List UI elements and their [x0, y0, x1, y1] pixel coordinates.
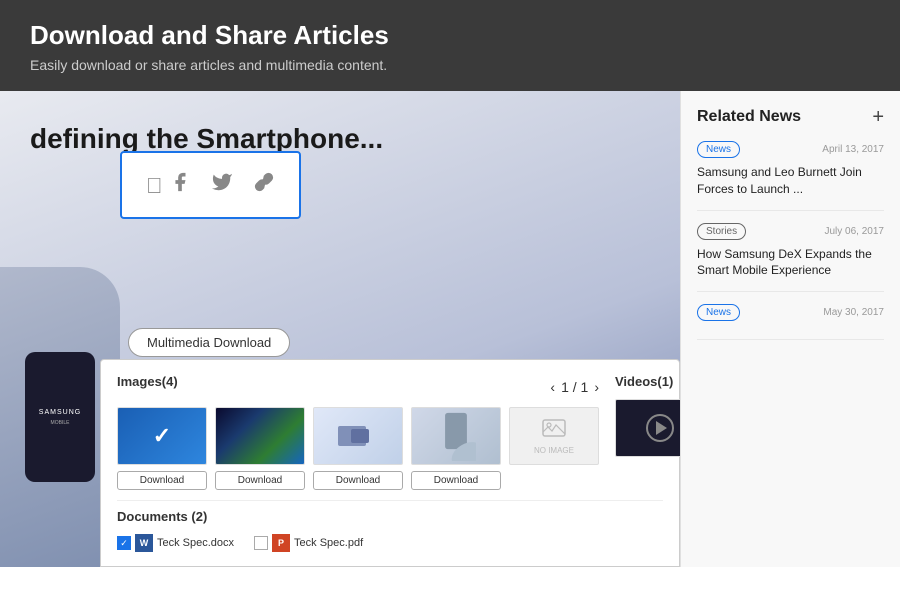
- news-badge-3: News: [697, 304, 740, 321]
- documents-title: Documents (2): [117, 509, 663, 524]
- stories-badge-2: Stories: [697, 223, 746, 240]
- image-thumb-3: [313, 407, 403, 465]
- download-image-1-button[interactable]: Download: [117, 471, 207, 490]
- download-image-3-button[interactable]: Download: [313, 471, 403, 490]
- sidebar: Related News + News April 13, 2017 Samsu…: [680, 91, 900, 567]
- no-image-label: NO IMAGE: [534, 446, 574, 455]
- main-content: defining the Smartphone...  M: [0, 91, 900, 567]
- news-item-1-header: News April 13, 2017: [697, 141, 884, 158]
- page-title: Download and Share Articles: [30, 20, 870, 51]
- header-bar: Download and Share Articles Easily downl…: [0, 0, 900, 91]
- news-date-1: April 13, 2017: [822, 144, 884, 155]
- share-tooltip: : [120, 151, 301, 219]
- news-date-2: July 06, 2017: [825, 226, 885, 237]
- doc-items: ✓ W Teck Spec.docx P Teck Spec.pdf: [117, 534, 663, 552]
- news-item-3-header: News May 30, 2017: [697, 304, 884, 321]
- news-badge-1: News: [697, 141, 740, 158]
- twitter-icon[interactable]: [211, 171, 233, 199]
- link-icon[interactable]: [253, 171, 275, 199]
- samsung-model: MOBILE: [51, 420, 70, 426]
- download-image-2-button[interactable]: Download: [215, 471, 305, 490]
- videos-row: NO VIDEO: [615, 399, 680, 457]
- pagination-text: 1 / 1: [561, 379, 588, 395]
- doc-item-2: P Teck Spec.pdf: [254, 534, 363, 552]
- ppt-icon: P: [272, 534, 290, 552]
- samsung-brand: SAMSUNG: [39, 409, 81, 416]
- doc-name-1: Teck Spec.docx: [157, 537, 234, 549]
- image-thumb-4: [411, 407, 501, 465]
- play-triangle-icon: [656, 421, 667, 435]
- documents-section: Documents (2) ✓ W Teck Spec.docx P Teck …: [117, 500, 663, 552]
- play-button[interactable]: [646, 414, 674, 442]
- news-item-1[interactable]: News April 13, 2017 Samsung and Leo Burn…: [697, 141, 884, 211]
- news-item-2[interactable]: Stories July 06, 2017 How Samsung DeX Ex…: [697, 223, 884, 293]
- download-image-4-button[interactable]: Download: [411, 471, 501, 490]
- news-date-3: May 30, 2017: [823, 307, 884, 318]
- prev-arrow[interactable]: ‹: [550, 379, 555, 395]
- next-arrow[interactable]: ›: [594, 379, 599, 395]
- doc-checkbox-1[interactable]: ✓: [117, 536, 131, 550]
- doc-item-1: ✓ W Teck Spec.docx: [117, 534, 234, 552]
- image-thumb-1: ✓: [117, 407, 207, 465]
- images-header: Images(4) ‹ 1 / 1 ›: [117, 374, 599, 399]
- news-item-3[interactable]: News May 30, 2017: [697, 304, 884, 340]
- images-row: ✓: [117, 407, 599, 465]
- sidebar-title: Related News: [697, 108, 801, 126]
- images-btn-row: Download Download Download Download: [117, 471, 599, 490]
- video-thumb-1[interactable]: [615, 399, 680, 457]
- download-panel: Images(4) ‹ 1 / 1 › ✓: [100, 359, 680, 567]
- facebook-icon[interactable]: : [146, 171, 191, 199]
- phone-silhouette: SAMSUNG MOBILE: [25, 352, 95, 482]
- page-subtitle: Easily download or share articles and mu…: [30, 57, 870, 73]
- word-icon: W: [135, 534, 153, 552]
- image-thumb-2: [215, 407, 305, 465]
- pagination-nav: ‹ 1 / 1 ›: [550, 379, 599, 395]
- article-area: defining the Smartphone...  M: [0, 91, 680, 567]
- images-section: Images(4) ‹ 1 / 1 › ✓: [117, 374, 599, 490]
- news-headline-2: How Samsung DeX Expands the Smart Mobile…: [697, 246, 884, 280]
- image-thumb-no-image: NO IMAGE: [509, 407, 599, 465]
- panel-columns: Images(4) ‹ 1 / 1 › ✓: [117, 374, 663, 490]
- images-title: Images(4): [117, 374, 178, 389]
- multimedia-download-button[interactable]: Multimedia Download: [128, 328, 290, 357]
- add-news-button[interactable]: +: [872, 107, 884, 127]
- sidebar-header: Related News +: [697, 107, 884, 127]
- videos-section: Videos(1): [615, 374, 680, 490]
- news-item-2-header: Stories July 06, 2017: [697, 223, 884, 240]
- videos-title: Videos(1): [615, 374, 680, 389]
- doc-name-2: Teck Spec.pdf: [294, 537, 363, 549]
- news-headline-1: Samsung and Leo Burnett Join Forces to L…: [697, 164, 884, 198]
- doc-checkbox-2[interactable]: [254, 536, 268, 550]
